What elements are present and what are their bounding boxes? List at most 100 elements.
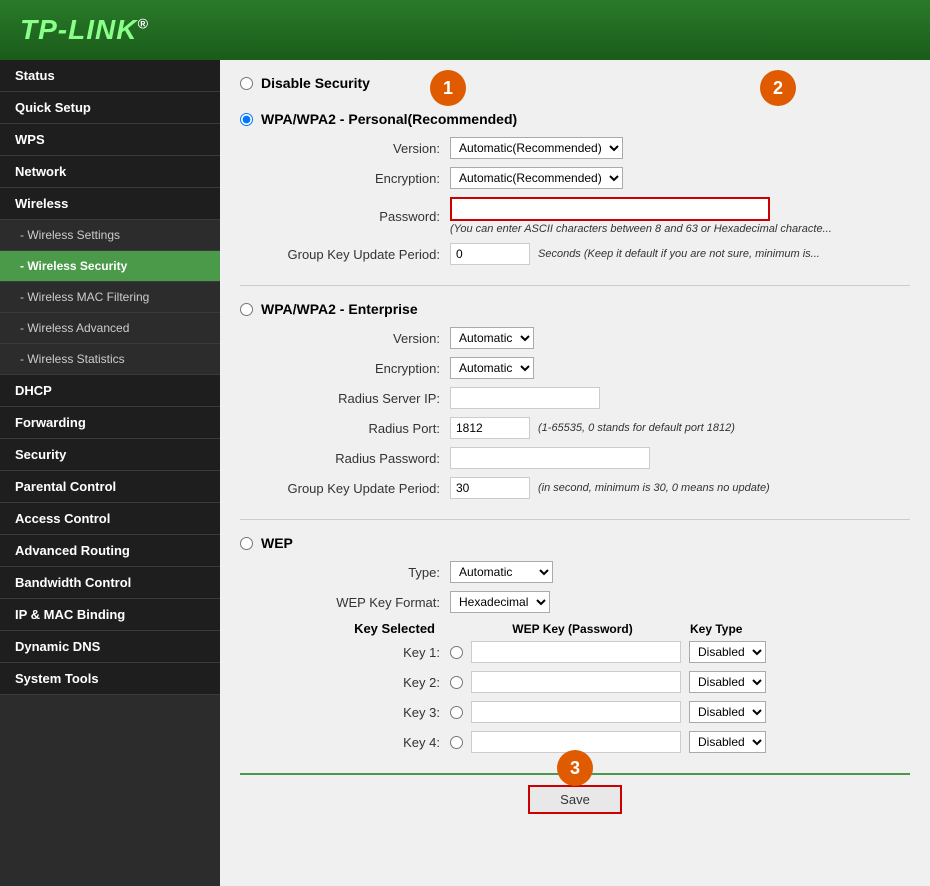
version-label: Version: <box>270 141 450 156</box>
ent-radius-port-input[interactable] <box>450 417 530 439</box>
wep-key4-label: Key 4: <box>270 735 450 750</box>
sidebar-item-quicksetup[interactable]: Quick Setup <box>0 92 220 124</box>
ent-radius-pwd-label: Radius Password: <box>270 451 450 466</box>
ent-group-key-group: Group Key Update Period: (in second, min… <box>240 477 910 499</box>
wep-key1-row: Key 1: Disabled64bit128bit152bit <box>240 641 910 663</box>
sidebar-item-wireless-mac[interactable]: - Wireless MAC Filtering <box>0 282 220 313</box>
wep-key4-type[interactable]: Disabled64bit128bit152bit <box>689 731 766 753</box>
save-button[interactable]: Save <box>528 785 622 814</box>
ent-radius-port-label: Radius Port: <box>270 421 450 436</box>
encryption-group: Encryption: Automatic(Recommended) TKIP … <box>240 167 910 189</box>
ent-version-select[interactable]: Automatic WPA WPA2 <box>450 327 534 349</box>
annotation-3: 3 <box>557 750 593 786</box>
sidebar-item-wps[interactable]: WPS <box>0 124 220 156</box>
sidebar-item-wireless-settings[interactable]: - Wireless Settings <box>0 220 220 251</box>
sidebar-item-status[interactable]: Status <box>0 60 220 92</box>
wep-key3-radio[interactable] <box>450 706 463 719</box>
sidebar-item-parental[interactable]: Parental Control <box>0 471 220 503</box>
annotation-1: 1 <box>430 70 466 106</box>
wep-key1-input[interactable] <box>471 641 681 663</box>
wpa-personal-label: WPA/WPA2 - Personal(Recommended) <box>261 111 517 127</box>
ent-radius-ip-label: Radius Server IP: <box>270 391 450 406</box>
wep-table-header: Key Selected WEP Key (Password) Key Type <box>240 621 910 636</box>
wep-key3-input[interactable] <box>471 701 681 723</box>
wep-key-type-header: Key Type <box>690 622 742 636</box>
password-group: Password: (You can enter ASCII character… <box>240 197 910 235</box>
ent-version-group: Version: Automatic WPA WPA2 <box>240 327 910 349</box>
wep-key3-row: Key 3: Disabled64bit128bit152bit <box>240 701 910 723</box>
ent-group-key-label: Group Key Update Period: <box>270 481 450 496</box>
wep-radio[interactable] <box>240 537 253 550</box>
wep-row: WEP <box>240 535 910 551</box>
wpa-personal-radio[interactable] <box>240 113 253 126</box>
disable-security-radio[interactable] <box>240 77 253 90</box>
ent-radius-pwd-input[interactable] <box>450 447 650 469</box>
sidebar-item-advanced-routing[interactable]: Advanced Routing <box>0 535 220 567</box>
wep-key1-type[interactable]: Disabled64bit128bit152bit <box>689 641 766 663</box>
sidebar-item-wireless-security[interactable]: - Wireless Security <box>0 251 220 282</box>
save-bar: 3 Save <box>240 773 910 824</box>
encryption-select[interactable]: Automatic(Recommended) TKIP AES <box>450 167 623 189</box>
sidebar-item-wireless-stats[interactable]: - Wireless Statistics <box>0 344 220 375</box>
annotation-2: 2 <box>760 70 796 106</box>
ent-encryption-select[interactable]: Automatic TKIP AES <box>450 357 534 379</box>
ent-radius-pwd-group: Radius Password: <box>240 447 910 469</box>
ent-radius-port-hint: (1-65535, 0 stands for default port 1812… <box>538 422 735 434</box>
password-input[interactable] <box>450 197 770 221</box>
wpa-enterprise-label: WPA/WPA2 - Enterprise <box>261 301 418 317</box>
wep-key-selected-header: Key Selected <box>270 621 445 636</box>
wep-key3-type[interactable]: Disabled64bit128bit152bit <box>689 701 766 723</box>
sidebar-item-ddns[interactable]: Dynamic DNS <box>0 631 220 663</box>
encryption-label: Encryption: <box>270 171 450 186</box>
ent-encryption-group: Encryption: Automatic TKIP AES <box>240 357 910 379</box>
wep-key2-radio[interactable] <box>450 676 463 689</box>
group-key-group: Group Key Update Period: Seconds (Keep i… <box>240 243 910 265</box>
wep-key2-input[interactable] <box>471 671 681 693</box>
sidebar-item-network[interactable]: Network <box>0 156 220 188</box>
logo: TP-LINK® <box>20 14 149 46</box>
wpa-personal-row: WPA/WPA2 - Personal(Recommended) <box>240 111 910 127</box>
wep-key-format-label: WEP Key Format: <box>270 595 450 610</box>
ent-group-key-input[interactable] <box>450 477 530 499</box>
wep-key1-label: Key 1: <box>270 645 450 660</box>
ent-encryption-label: Encryption: <box>270 361 450 376</box>
sidebar-item-wireless-advanced[interactable]: - Wireless Advanced <box>0 313 220 344</box>
ent-radius-port-group: Radius Port: (1-65535, 0 stands for defa… <box>240 417 910 439</box>
password-hint: (You can enter ASCII characters between … <box>450 223 832 235</box>
sidebar-item-wireless[interactable]: Wireless <box>0 188 220 220</box>
wep-type-label: Type: <box>270 565 450 580</box>
disable-security-label: Disable Security <box>261 75 370 91</box>
wep-key2-label: Key 2: <box>270 675 450 690</box>
ent-radius-ip-input[interactable] <box>450 387 600 409</box>
version-select[interactable]: Automatic(Recommended) WPA WPA2 <box>450 137 623 159</box>
sidebar-item-access-control[interactable]: Access Control <box>0 503 220 535</box>
ent-version-label: Version: <box>270 331 450 346</box>
disable-security-row: Disable Security <box>240 75 910 91</box>
sidebar-item-system-tools[interactable]: System Tools <box>0 663 220 695</box>
wep-key-format-group: WEP Key Format: Hexadecimal ASCII <box>240 591 910 613</box>
sidebar: Status Quick Setup WPS Network Wireless … <box>0 60 220 886</box>
divider-2 <box>240 519 910 520</box>
wep-key3-label: Key 3: <box>270 705 450 720</box>
wep-key2-type[interactable]: Disabled64bit128bit152bit <box>689 671 766 693</box>
group-key-input[interactable] <box>450 243 530 265</box>
wep-key-format-select[interactable]: Hexadecimal ASCII <box>450 591 550 613</box>
wep-key4-radio[interactable] <box>450 736 463 749</box>
sidebar-item-security[interactable]: Security <box>0 439 220 471</box>
version-group: Version: Automatic(Recommended) WPA WPA2 <box>240 137 910 159</box>
sidebar-item-bandwidth[interactable]: Bandwidth Control <box>0 567 220 599</box>
wep-key1-radio[interactable] <box>450 646 463 659</box>
ent-radius-ip-group: Radius Server IP: <box>240 387 910 409</box>
wpa-enterprise-radio[interactable] <box>240 303 253 316</box>
sidebar-item-dhcp[interactable]: DHCP <box>0 375 220 407</box>
content-area: 1 2 Disable Security WPA/WPA2 - Personal… <box>220 60 930 886</box>
wep-type-group: Type: Automatic Open System Shared Key <box>240 561 910 583</box>
wpa-enterprise-row: WPA/WPA2 - Enterprise <box>240 301 910 317</box>
divider-1 <box>240 285 910 286</box>
sidebar-item-forwarding[interactable]: Forwarding <box>0 407 220 439</box>
wep-type-select[interactable]: Automatic Open System Shared Key <box>450 561 553 583</box>
wep-label: WEP <box>261 535 293 551</box>
group-key-hint: Seconds (Keep it default if you are not … <box>538 248 820 260</box>
group-key-label: Group Key Update Period: <box>270 247 450 262</box>
sidebar-item-ip-mac[interactable]: IP & MAC Binding <box>0 599 220 631</box>
